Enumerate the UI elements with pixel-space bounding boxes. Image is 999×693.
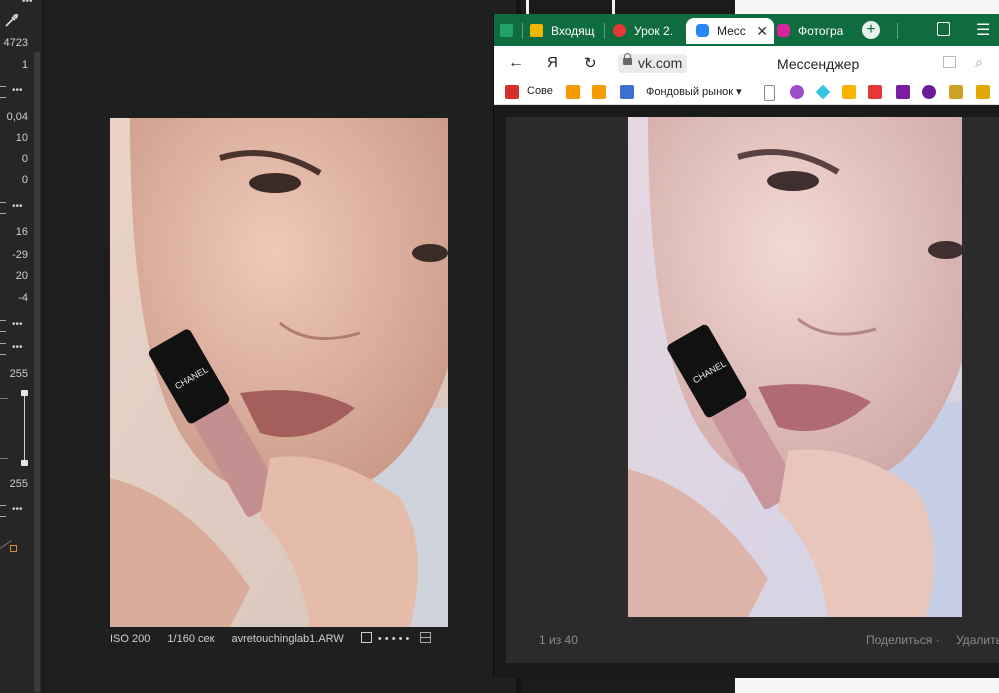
value-field[interactable]: 0 (0, 174, 28, 186)
color-label-icon[interactable] (420, 632, 432, 643)
bag-icon[interactable] (842, 85, 856, 99)
bookmarks-bar: Сове Фондовый рынок ▾ (494, 80, 999, 105)
close-icon[interactable]: ✕ (756, 18, 768, 44)
tab-divider (897, 23, 898, 39)
new-tab-button[interactable]: + (862, 21, 880, 39)
url-field[interactable]: vk.com (618, 53, 688, 73)
photo-edited[interactable]: CHANEL (628, 117, 962, 617)
mail-icon (530, 24, 543, 37)
lock-icon (623, 53, 632, 65)
section-menu-icon[interactable]: ••• (12, 505, 23, 515)
panel-menu-icon[interactable]: ••• (22, 0, 33, 7)
levels-output-input[interactable]: 255 (0, 478, 28, 490)
arrow-app-icon[interactable] (922, 85, 936, 99)
value-field[interactable]: 1 (0, 59, 28, 71)
value-field[interactable]: 0,04 (0, 111, 28, 123)
tab-divider (604, 23, 605, 39)
levels-white-input[interactable]: 255 (0, 368, 28, 380)
bookmark-folder-label[interactable]: Фондовый рынок ▾ (646, 85, 742, 98)
tab-lesson[interactable]: Урок 2. (613, 18, 675, 44)
eyedropper-icon[interactable] (3, 13, 19, 29)
tab-sheets[interactable] (500, 18, 516, 44)
page-title: Мессенджер (777, 56, 860, 72)
value-field[interactable]: 16 (0, 226, 28, 238)
bookmark-label[interactable]: Сове (527, 85, 553, 97)
tab-divider (522, 23, 523, 39)
tab-bar: Входящ Урок 2. Месс ✕ Фотогра + ☰ (494, 14, 999, 46)
document-icon[interactable] (764, 85, 775, 101)
value-field[interactable]: 4723 (0, 37, 28, 49)
tab-mail[interactable]: Входящ (530, 18, 596, 44)
bookmark-v-icon[interactable] (620, 85, 634, 99)
curve-control-point[interactable] (10, 545, 17, 552)
section-menu-icon[interactable]: ••• (12, 343, 23, 353)
bookmark-k-icon[interactable] (949, 85, 963, 99)
filename-label: avretouchinglab1.ARW (231, 633, 344, 645)
value-field[interactable]: 20 (0, 270, 28, 282)
value-field[interactable]: -4 (0, 292, 28, 304)
bookmark-w-icon[interactable] (896, 85, 910, 99)
gradient-tick (0, 458, 8, 459)
share-icon[interactable] (943, 56, 956, 68)
share-link[interactable]: Поделиться · (866, 633, 940, 647)
section-menu-icon[interactable]: ••• (12, 202, 23, 212)
section-menu-icon[interactable]: ••• (12, 320, 23, 330)
dots-app-icon[interactable] (790, 85, 804, 99)
background-window-edge (735, 676, 999, 693)
sparkle-icon[interactable] (815, 84, 831, 100)
cart-icon[interactable] (566, 85, 580, 99)
photo-counter: 1 из 40 (539, 633, 578, 647)
medical-icon[interactable] (868, 85, 882, 99)
back-arrow-icon[interactable]: ← (508, 54, 524, 72)
delete-link[interactable]: Удалить (956, 633, 999, 647)
levels-top-handle[interactable] (21, 390, 28, 396)
photo-original: CHANEL (110, 118, 448, 627)
levels-bottom-handle[interactable] (21, 460, 28, 466)
messenger-icon (696, 24, 709, 37)
reader-mode-icon[interactable]: ⌕ (975, 54, 983, 71)
instagram-icon (777, 24, 790, 37)
tabs-overview-icon[interactable] (937, 22, 950, 36)
value-field[interactable]: 10 (0, 132, 28, 144)
reload-icon[interactable]: ↻ (584, 54, 597, 72)
rating-stars[interactable]: • • • • • (378, 633, 409, 645)
levels-slider-track[interactable] (24, 394, 25, 464)
cart-icon[interactable] (592, 85, 606, 99)
tab-instagram[interactable]: Фотогра (777, 18, 843, 44)
gradient-tick (0, 398, 8, 399)
shutter-label: 1/160 сек (167, 633, 215, 645)
value-field[interactable]: 0 (0, 153, 28, 165)
value-field[interactable]: -29 (0, 249, 28, 261)
iso-label: ISO 200 (110, 633, 151, 645)
hamburger-menu-icon[interactable]: ☰ (976, 20, 990, 40)
folder-icon[interactable] (976, 85, 990, 99)
yandex-logo-icon[interactable]: Я (547, 54, 558, 71)
image-info-bar: ISO 200 1/160 сек avretouchinglab1.ARW •… (110, 632, 432, 645)
lesson-icon (613, 24, 626, 37)
sheets-icon (500, 24, 513, 37)
bookmark-f-icon[interactable] (505, 85, 519, 99)
reject-flag-icon[interactable] (360, 632, 372, 643)
adjustments-panel: ••• 4723 1 ••• 0,04 10 0 0 ••• 16 -29 20… (0, 0, 43, 693)
panel-scrollbar[interactable] (34, 52, 40, 692)
browser-window: Входящ Урок 2. Месс ✕ Фотогра + ☰ ← Я ↻ v… (493, 14, 999, 678)
tab-messenger[interactable]: Месс ✕ (686, 18, 774, 44)
address-bar: ← Я ↻ vk.com Мессенджер ⌕ (494, 46, 999, 80)
section-menu-icon[interactable]: ••• (12, 86, 23, 96)
